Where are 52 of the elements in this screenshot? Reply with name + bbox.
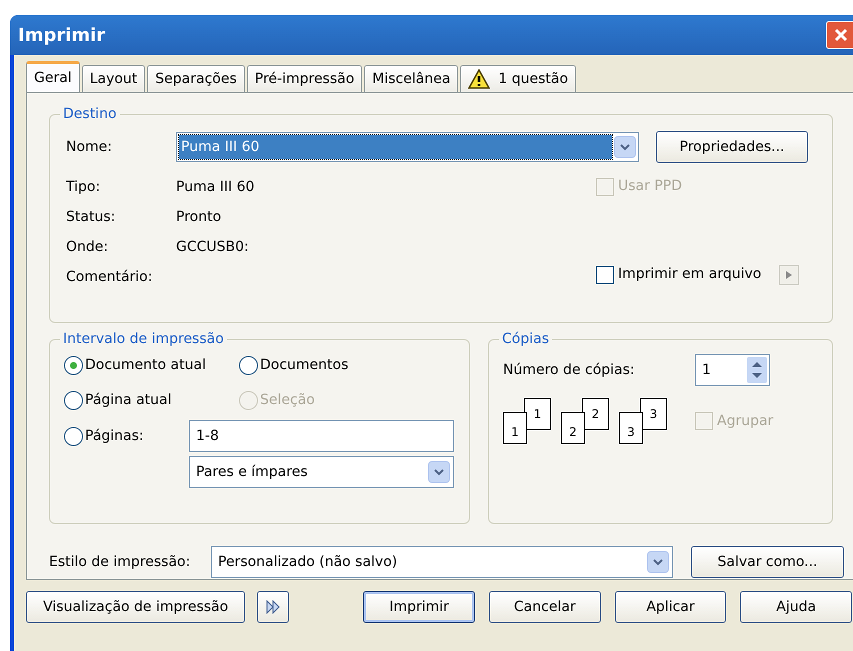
radio-label: Página atual bbox=[85, 391, 172, 410]
tab[interactable]: Geral bbox=[26, 61, 80, 92]
arrow-button[interactable] bbox=[779, 264, 800, 284]
tab[interactable]: Separações bbox=[147, 65, 245, 92]
checkbox[interactable] bbox=[596, 266, 614, 284]
radio-label: Documentos bbox=[260, 356, 348, 375]
radio-button[interactable] bbox=[64, 391, 83, 410]
tab[interactable]: Pré-impressão bbox=[246, 65, 362, 92]
field-label: Número de cópias: bbox=[503, 360, 636, 380]
button[interactable]: Propriedades... bbox=[656, 131, 808, 163]
info-label: Comentário: bbox=[66, 268, 154, 287]
close-icon[interactable] bbox=[826, 21, 853, 49]
style-dropdown[interactable]: Personalizado (não salvo) bbox=[211, 546, 673, 578]
field-label: Estilo de impressão: bbox=[49, 552, 192, 572]
expand-button[interactable] bbox=[257, 591, 290, 623]
collate-pages-drawing: 1 1 bbox=[503, 398, 551, 444]
double-arrow-icon bbox=[265, 600, 282, 614]
button[interactable]: Salvar como... bbox=[691, 546, 844, 578]
info-value: Pronto bbox=[176, 208, 222, 227]
radio-button[interactable] bbox=[64, 356, 83, 375]
subset-dropdown[interactable]: Pares e ímpares bbox=[189, 456, 454, 488]
field-label: Nome: bbox=[66, 138, 114, 156]
button[interactable]: Cancelar bbox=[488, 591, 601, 623]
tab[interactable]: Miscelânea bbox=[364, 65, 458, 92]
radio-label: Seleção bbox=[260, 391, 315, 410]
info-label: Tipo: bbox=[66, 178, 102, 197]
warning-icon bbox=[468, 69, 490, 89]
tab[interactable]: 1 questão bbox=[460, 65, 576, 92]
printer-dropdown[interactable]: Puma III 60 bbox=[176, 132, 639, 162]
button[interactable]: Visualização de impressão bbox=[26, 591, 246, 623]
radio-label: Documento atual bbox=[85, 356, 206, 375]
spinner-arrows-icon bbox=[747, 357, 767, 383]
copies-spinner[interactable]: 1 bbox=[695, 354, 770, 386]
button[interactable]: Ajuda bbox=[740, 591, 852, 623]
radio-button[interactable] bbox=[239, 356, 258, 375]
info-value: GCCUSB0: bbox=[176, 238, 249, 257]
tab[interactable]: Layout bbox=[82, 65, 146, 92]
pages-input[interactable]: 1-8 bbox=[189, 420, 454, 452]
window-title: Imprimir bbox=[18, 24, 106, 48]
collate-pages-drawing: 2 2 bbox=[561, 398, 609, 444]
checkbox-label: Agrupar bbox=[717, 412, 774, 430]
checkbox-label: Imprimir em arquivo bbox=[618, 265, 762, 284]
info-label: Status: bbox=[66, 208, 116, 227]
info-label: Onde: bbox=[66, 238, 110, 257]
triangle-right-icon bbox=[785, 270, 794, 280]
checkbox-label: Usar PPD bbox=[618, 177, 682, 196]
button[interactable]: Imprimir bbox=[363, 591, 475, 623]
radio-button[interactable] bbox=[64, 426, 83, 446]
collate-pages-drawing: 3 3 bbox=[619, 398, 667, 444]
radio-label: Páginas: bbox=[85, 426, 144, 446]
button[interactable]: Aplicar bbox=[614, 591, 726, 623]
info-value: Puma III 60 bbox=[176, 178, 254, 197]
